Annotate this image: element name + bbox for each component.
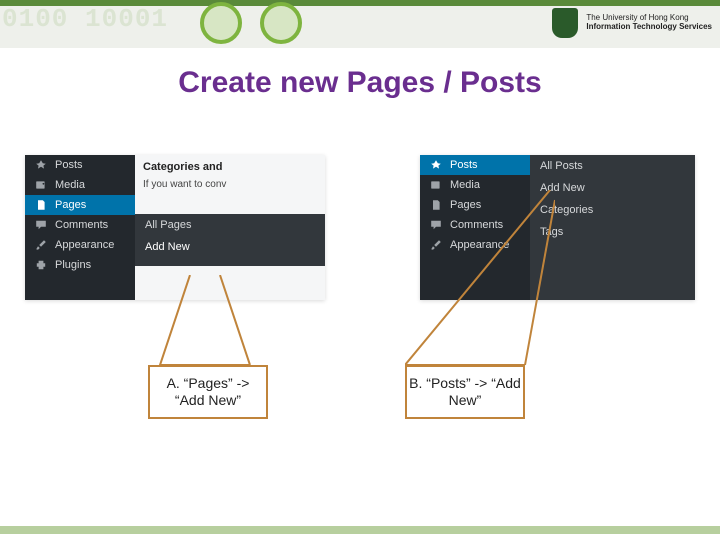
flyout-all-pages[interactable]: All Pages — [135, 214, 325, 236]
page-icon — [35, 199, 47, 211]
sidebar-item-comments[interactable]: Comments — [420, 215, 530, 235]
sidebar-item-appearance[interactable]: Appearance — [25, 235, 135, 255]
pin-icon — [35, 159, 47, 171]
page-icon — [430, 199, 442, 211]
sidebar-label: Appearance — [450, 239, 509, 251]
sidebar-item-media[interactable]: Media — [25, 175, 135, 195]
pin-icon — [430, 159, 442, 171]
callout-b-text: B. “Posts” -> “Add New” — [407, 375, 523, 410]
sidebar-label: Comments — [55, 219, 108, 231]
callout-a: A. “Pages” -> “Add New” — [148, 365, 268, 419]
sidebar-label: Plugins — [55, 259, 91, 271]
sidebar-label: Posts — [450, 159, 478, 171]
screenshot-a: Posts Media Pages Comments Appearance Pl… — [25, 155, 325, 300]
bottom-bar — [0, 526, 720, 534]
flyout-add-new[interactable]: Add New — [135, 236, 325, 258]
brush-icon — [35, 239, 47, 251]
hku-shield-icon — [552, 8, 578, 38]
flyout-categories[interactable]: Categories — [530, 199, 695, 221]
slide-title: Create new Pages / Posts — [0, 66, 720, 100]
sidebar-item-media[interactable]: Media — [420, 175, 530, 195]
sidebar-label: Pages — [450, 199, 481, 211]
sidebar-label: Posts — [55, 159, 83, 171]
callout-a-text: A. “Pages” -> “Add New” — [150, 375, 266, 410]
sidebar-item-plugins[interactable]: Plugins — [25, 255, 135, 275]
sidebar-item-pages[interactable]: Pages — [420, 195, 530, 215]
plugin-icon — [35, 259, 47, 271]
brush-icon — [430, 239, 442, 251]
sidebar-label: Media — [450, 179, 480, 191]
photo-circle-1 — [200, 2, 242, 44]
wp-content-a: Categories and If you want to conv All P… — [135, 155, 325, 300]
comment-icon — [430, 219, 442, 231]
sidebar-item-comments[interactable]: Comments — [25, 215, 135, 235]
flyout-all-posts[interactable]: All Posts — [530, 155, 695, 177]
sidebar-label: Media — [55, 179, 85, 191]
top-banner: 0100 10001 The University of Hong Kong I… — [0, 0, 720, 48]
org-line-2: Information Technology Services — [586, 23, 712, 32]
screenshots-area: Posts Media Pages Comments Appearance Pl… — [0, 155, 720, 320]
hku-logo-block: The University of Hong Kong Information … — [552, 8, 712, 38]
sidebar-label: Appearance — [55, 239, 114, 251]
wp-flyout-b: All Posts Add New Categories Tags — [530, 155, 695, 300]
sidebar-label: Pages — [55, 199, 86, 211]
media-icon — [35, 179, 47, 191]
flyout-tags[interactable]: Tags — [530, 221, 695, 243]
hku-text: The University of Hong Kong Information … — [586, 14, 712, 32]
binary-decor: 0100 10001 — [2, 4, 168, 34]
comment-icon — [35, 219, 47, 231]
content-hint: If you want to conv — [143, 179, 317, 190]
content-heading: Categories and — [143, 161, 317, 173]
sidebar-item-pages[interactable]: Pages — [25, 195, 135, 215]
wp-sidebar-b: Posts Media Pages Comments Appearance — [420, 155, 530, 300]
sidebar-item-posts[interactable]: Posts — [25, 155, 135, 175]
screenshot-b: Posts Media Pages Comments Appearance Al… — [420, 155, 695, 300]
sidebar-item-posts[interactable]: Posts — [420, 155, 530, 175]
flyout-add-new[interactable]: Add New — [530, 177, 695, 199]
sidebar-label: Comments — [450, 219, 503, 231]
photo-circle-2 — [260, 2, 302, 44]
media-icon — [430, 179, 442, 191]
wp-sidebar-a: Posts Media Pages Comments Appearance Pl… — [25, 155, 135, 300]
callout-b: B. “Posts” -> “Add New” — [405, 365, 525, 419]
sidebar-item-appearance[interactable]: Appearance — [420, 235, 530, 255]
